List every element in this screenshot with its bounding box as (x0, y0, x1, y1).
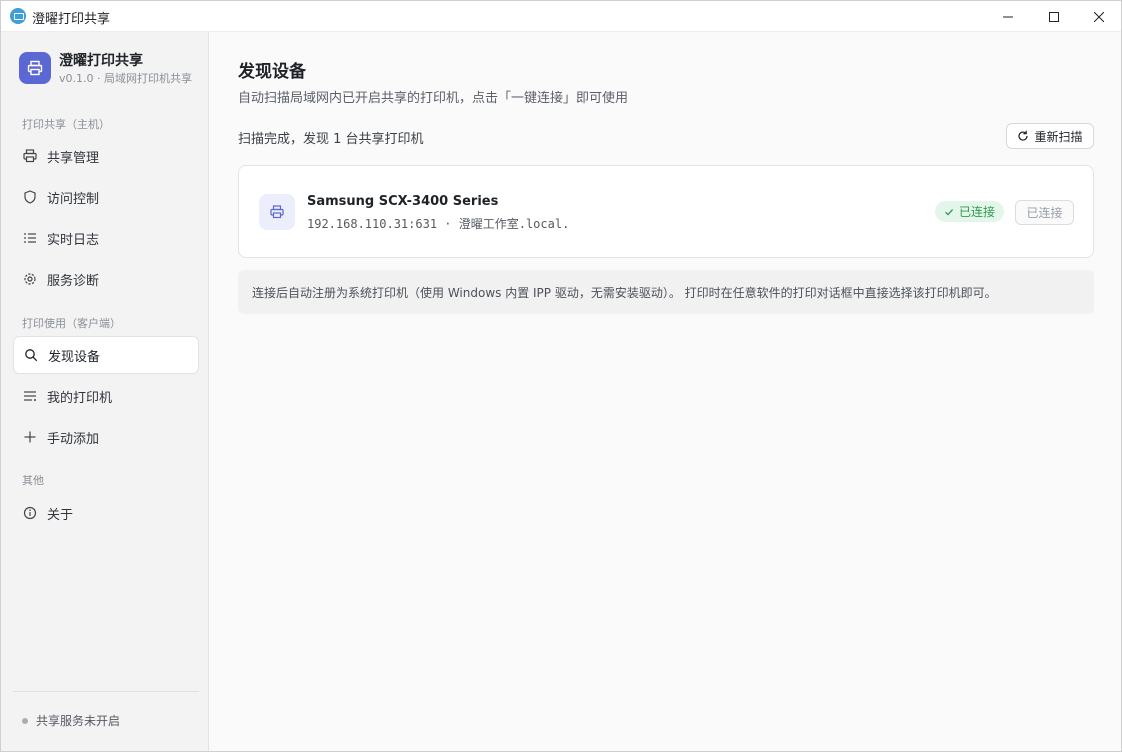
sidebar-item-access-control[interactable]: 访问控制 (13, 178, 199, 216)
sidebar-item-manual-add[interactable]: 手动添加 (13, 418, 199, 456)
section-title-other: 其他 (22, 474, 44, 487)
device-card: Samsung SCX-3400 Series 192.168.110.31:6… (238, 165, 1094, 258)
refresh-icon (1018, 130, 1029, 141)
minimize-button[interactable] (985, 1, 1031, 32)
page-title: 发现设备 (238, 62, 306, 82)
device-name: Samsung SCX-3400 Series (307, 194, 499, 209)
brand-version: v0.1.0 · 局域网打印机共享 (59, 72, 192, 85)
window-title: 澄曜打印共享 (32, 12, 111, 27)
main-content: 发现设备 自动扫描局域网内已开启共享的打印机，点击「一键连接」即可使用 扫描完成… (210, 32, 1121, 751)
sidebar-item-about[interactable]: 关于 (13, 494, 199, 532)
list-icon (24, 233, 36, 243)
page-description: 自动扫描局域网内已开启共享的打印机，点击「一键连接」即可使用 (238, 91, 629, 106)
sidebar-item-label: 发现设备 (48, 349, 101, 365)
gear-icon (24, 273, 36, 285)
rescan-label: 重新扫描 (1034, 129, 1083, 144)
rescan-button[interactable]: 重新扫描 (1006, 123, 1094, 149)
search-icon (25, 349, 38, 362)
sidebar-item-label: 实时日志 (47, 232, 100, 248)
sidebar-divider (13, 691, 199, 692)
section-title-client: 打印使用（客户端） (22, 317, 121, 330)
info-icon (23, 506, 37, 520)
service-status-text: 共享服务未开启 (36, 714, 121, 728)
maximize-icon (1049, 11, 1059, 22)
title-bar: 澄曜打印共享 (1, 1, 1121, 32)
sidebar-item-label: 手动添加 (47, 431, 100, 447)
sidebar-item-label: 关于 (47, 507, 74, 523)
status-badge-label: 已连接 (959, 205, 996, 219)
sidebar-item-label: 共享管理 (47, 150, 100, 166)
service-status: 共享服务未开启 (22, 712, 120, 729)
maximize-button[interactable] (1031, 1, 1077, 32)
sidebar-item-discover-devices[interactable]: 发现设备 (13, 336, 199, 374)
app-window: 澄曜打印共享 澄曜打印共享 v0.1.0 · 局域网打印机共享 打印共享（主机）… (0, 0, 1122, 752)
sidebar-item-live-logs[interactable]: 实时日志 (13, 219, 199, 257)
brand-name: 澄曜打印共享 (59, 53, 143, 69)
info-note: 连接后自动注册为系统打印机（使用 Windows 内置 IPP 驱动，无需安装驱… (238, 270, 1094, 314)
scan-status-text: 扫描完成，发现 1 台共享打印机 (238, 132, 424, 147)
section-title-host: 打印共享（主机） (22, 118, 110, 131)
printer-icon (270, 205, 284, 219)
sidebar-item-label: 访问控制 (47, 191, 100, 207)
sidebar-item-label: 我的打印机 (47, 390, 113, 406)
printer-icon (27, 60, 43, 76)
sidebar-item-share-management[interactable]: 共享管理 (13, 137, 199, 175)
printer-icon (23, 149, 37, 163)
status-badge: 已连接 (935, 201, 1005, 222)
sidebar: 澄曜打印共享 v0.1.0 · 局域网打印机共享 打印共享（主机） 共享管理 访… (1, 32, 209, 751)
device-printer-icon (259, 194, 295, 230)
plus-icon (24, 431, 36, 443)
sidebar-item-label: 服务诊断 (47, 273, 100, 289)
app-logo-icon (10, 8, 26, 24)
check-icon (945, 208, 954, 216)
close-icon (1094, 11, 1104, 22)
list-lines-icon (24, 391, 36, 401)
minimize-icon (1003, 16, 1013, 17)
close-button[interactable] (1076, 1, 1121, 32)
brand-logo (19, 52, 51, 84)
shield-icon (24, 190, 36, 204)
device-address: 192.168.110.31:631 · 澄曜工作室.local. (307, 217, 570, 231)
sidebar-item-service-diagnostics[interactable]: 服务诊断 (13, 260, 199, 298)
sidebar-item-my-printers[interactable]: 我的打印机 (13, 377, 199, 415)
status-dot-icon (22, 717, 28, 724)
connect-button[interactable]: 已连接 (1015, 200, 1074, 225)
